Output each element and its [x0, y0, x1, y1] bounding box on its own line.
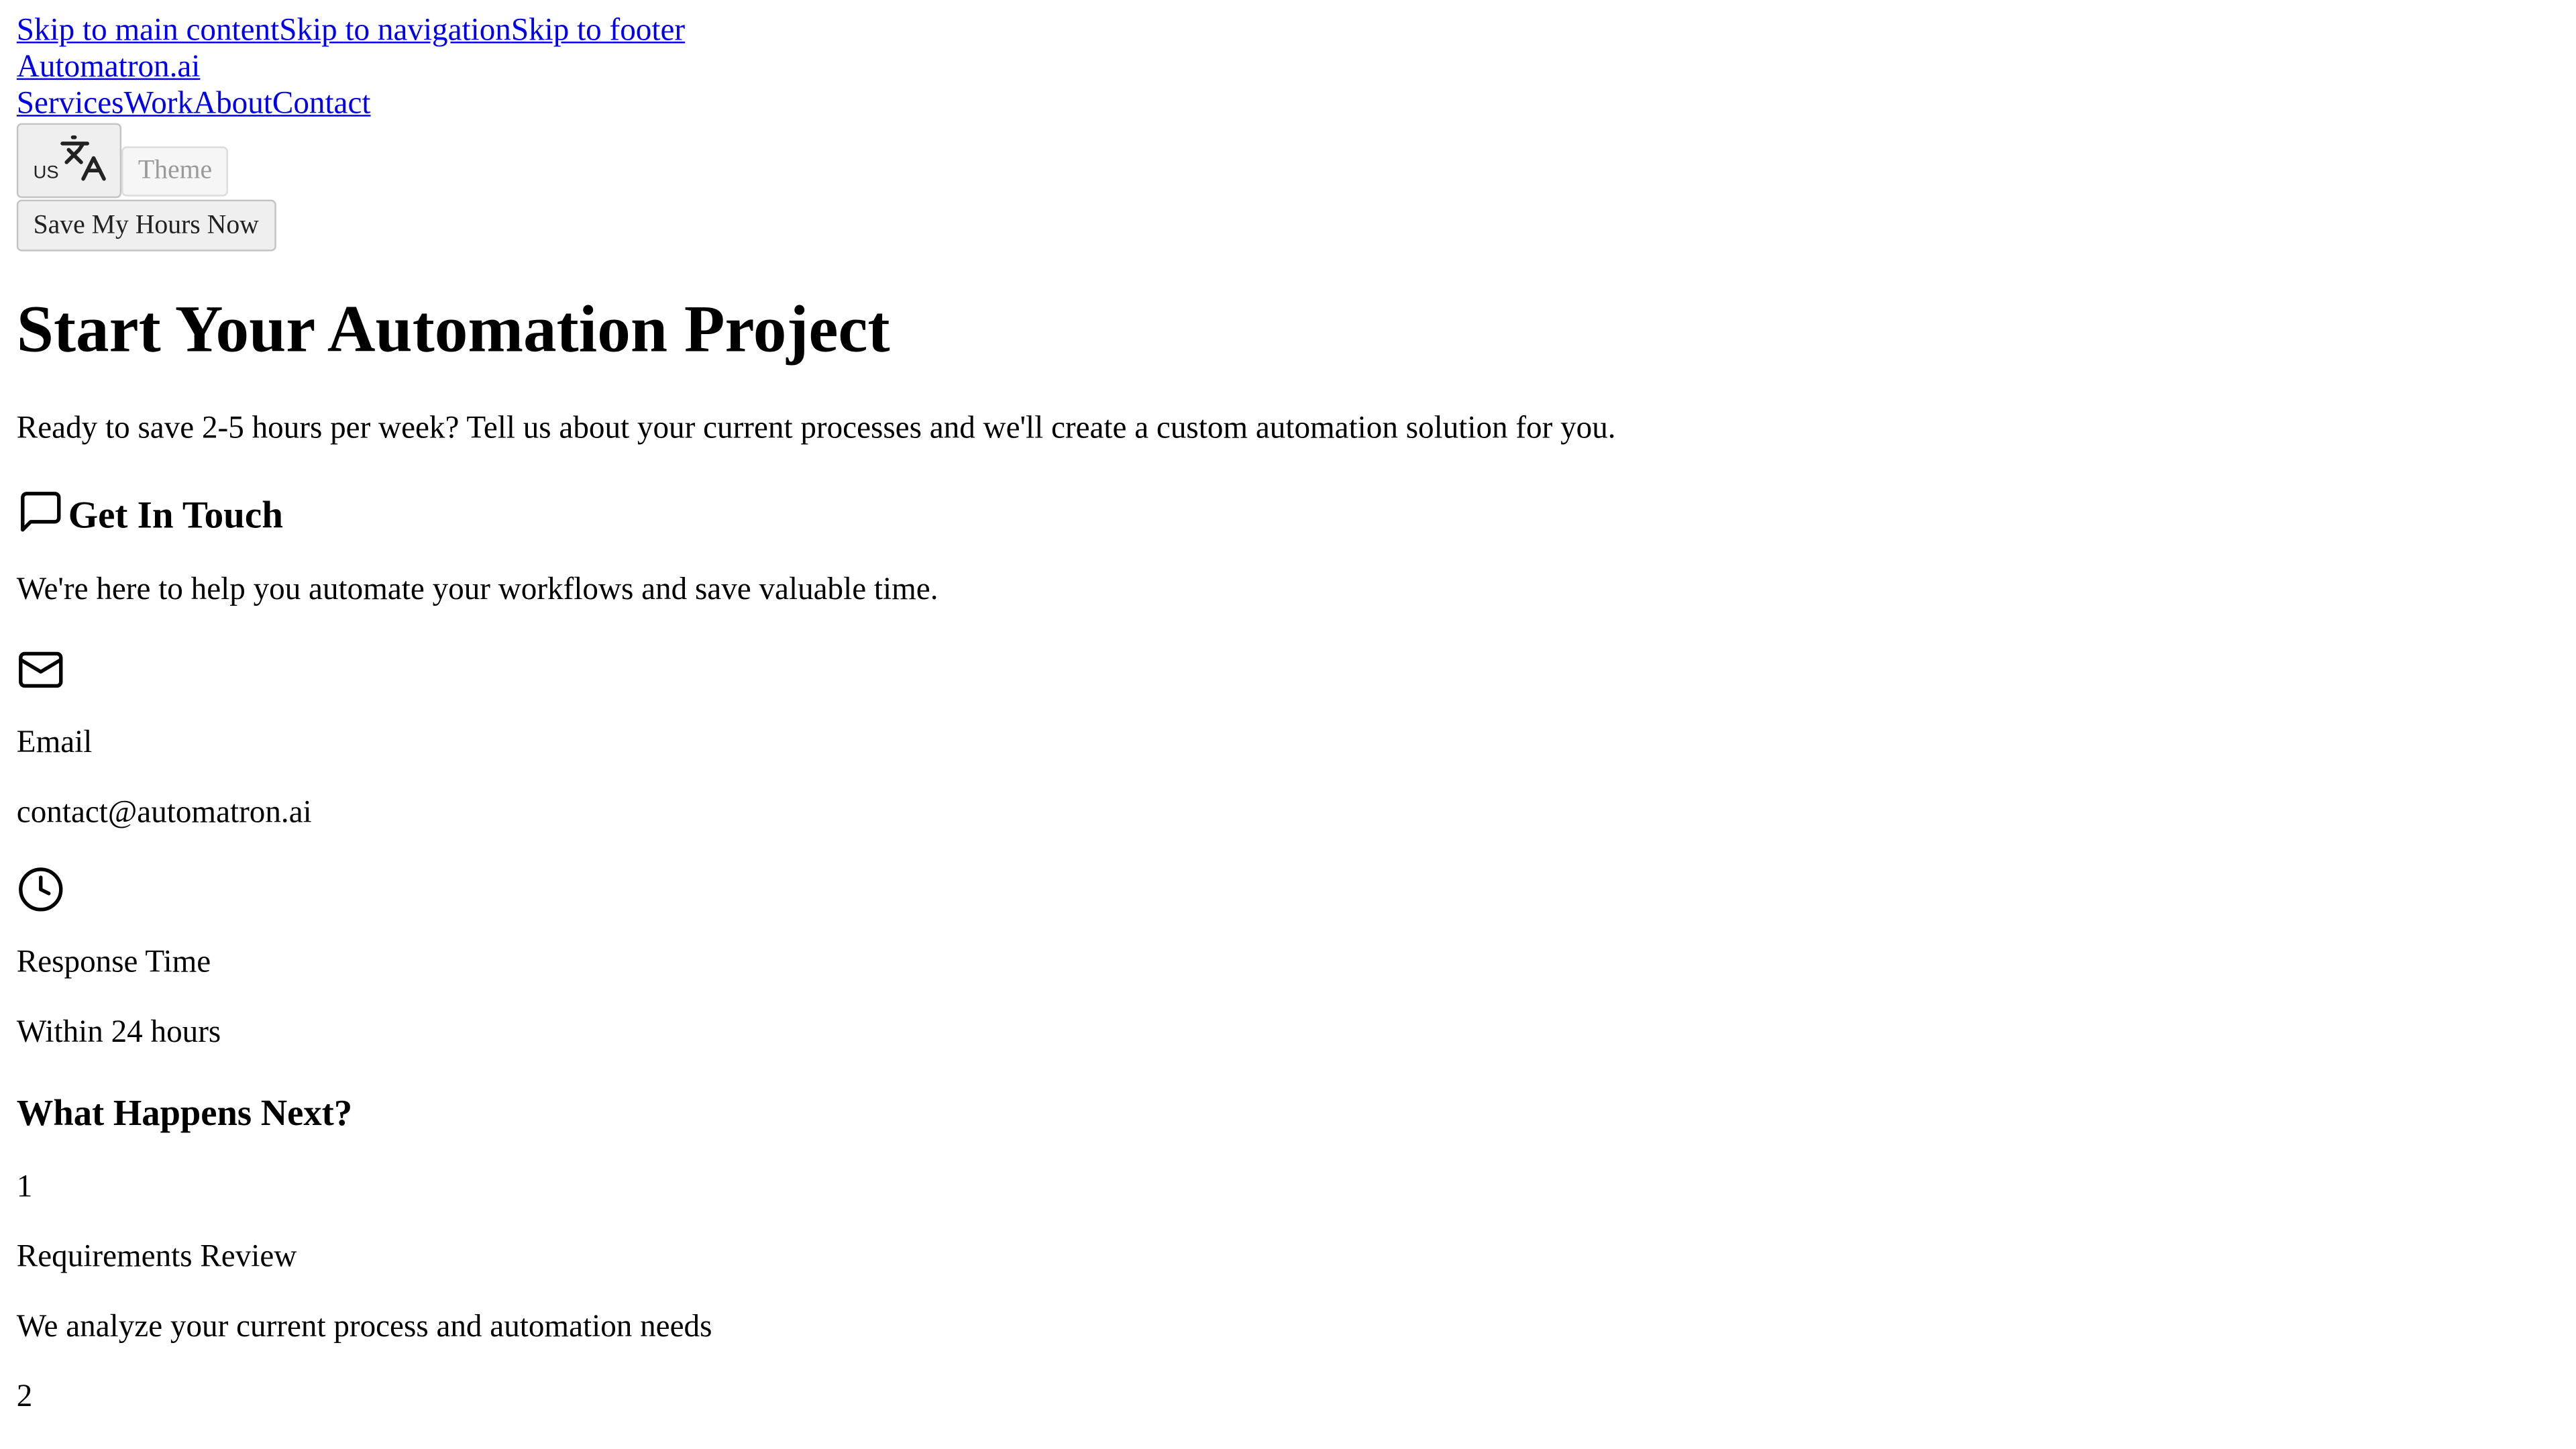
language-code: US — [33, 163, 59, 183]
skip-to-footer-link[interactable]: Skip to footer — [511, 13, 685, 50]
page-title: Start Your Automation Project — [16, 291, 890, 366]
brand-link[interactable]: Automatron.ai — [17, 50, 201, 85]
response-time-label: Response Time — [16, 945, 211, 981]
clock-icon — [19, 867, 63, 912]
nav-services-link[interactable]: Services — [17, 87, 124, 123]
nav-about-link[interactable]: About — [193, 87, 272, 123]
what-happens-next-title: What Happens Next? — [16, 1091, 353, 1134]
brand: Automatron.ai — [17, 50, 2559, 87]
header-controls: US Theme — [16, 123, 2559, 199]
theme-button[interactable]: Theme — [121, 146, 229, 197]
skip-to-main-link[interactable]: Skip to main content — [17, 13, 279, 50]
skip-to-navigation-link[interactable]: Skip to navigation — [279, 13, 511, 50]
main-nav: Services Work About Contact — [17, 87, 2559, 123]
language-button[interactable]: US — [16, 123, 122, 199]
step-1: 1 Requirements Review We analyze your cu… — [17, 1170, 2559, 1346]
step-number: 2 — [16, 1379, 33, 1415]
save-my-hours-button[interactable]: Save My Hours Now — [16, 199, 276, 252]
get-in-touch-heading: Get In Touch — [17, 488, 2559, 536]
step-description: We analyze your current process and auto… — [16, 1309, 712, 1345]
skip-links: Skip to main content Skip to navigation … — [17, 13, 2559, 50]
mail-icon — [19, 651, 63, 688]
response-time-value: Within 24 hours — [16, 1015, 221, 1051]
step-title: Requirements Review — [16, 1240, 297, 1275]
contact-intro: We're here to help you automate your wor… — [16, 572, 938, 608]
email-label: Email — [16, 725, 93, 761]
page-subtitle: Ready to save 2-5 hours per week? Tell u… — [16, 411, 1616, 446]
step-number: 1 — [16, 1169, 33, 1205]
email-value: contact@automatron.ai — [16, 795, 312, 830]
cta-wrapper: Save My Hours Now — [16, 198, 2559, 252]
step-2: 2 — [17, 1379, 2559, 1416]
get-in-touch-title: Get In Touch — [68, 494, 283, 536]
page: Skip to main content Skip to navigation … — [0, 0, 2576, 1430]
nav-contact-link[interactable]: Contact — [272, 87, 371, 123]
message-square-icon — [21, 492, 61, 532]
nav-work-link[interactable]: Work — [123, 87, 193, 123]
translate-icon — [60, 135, 106, 181]
